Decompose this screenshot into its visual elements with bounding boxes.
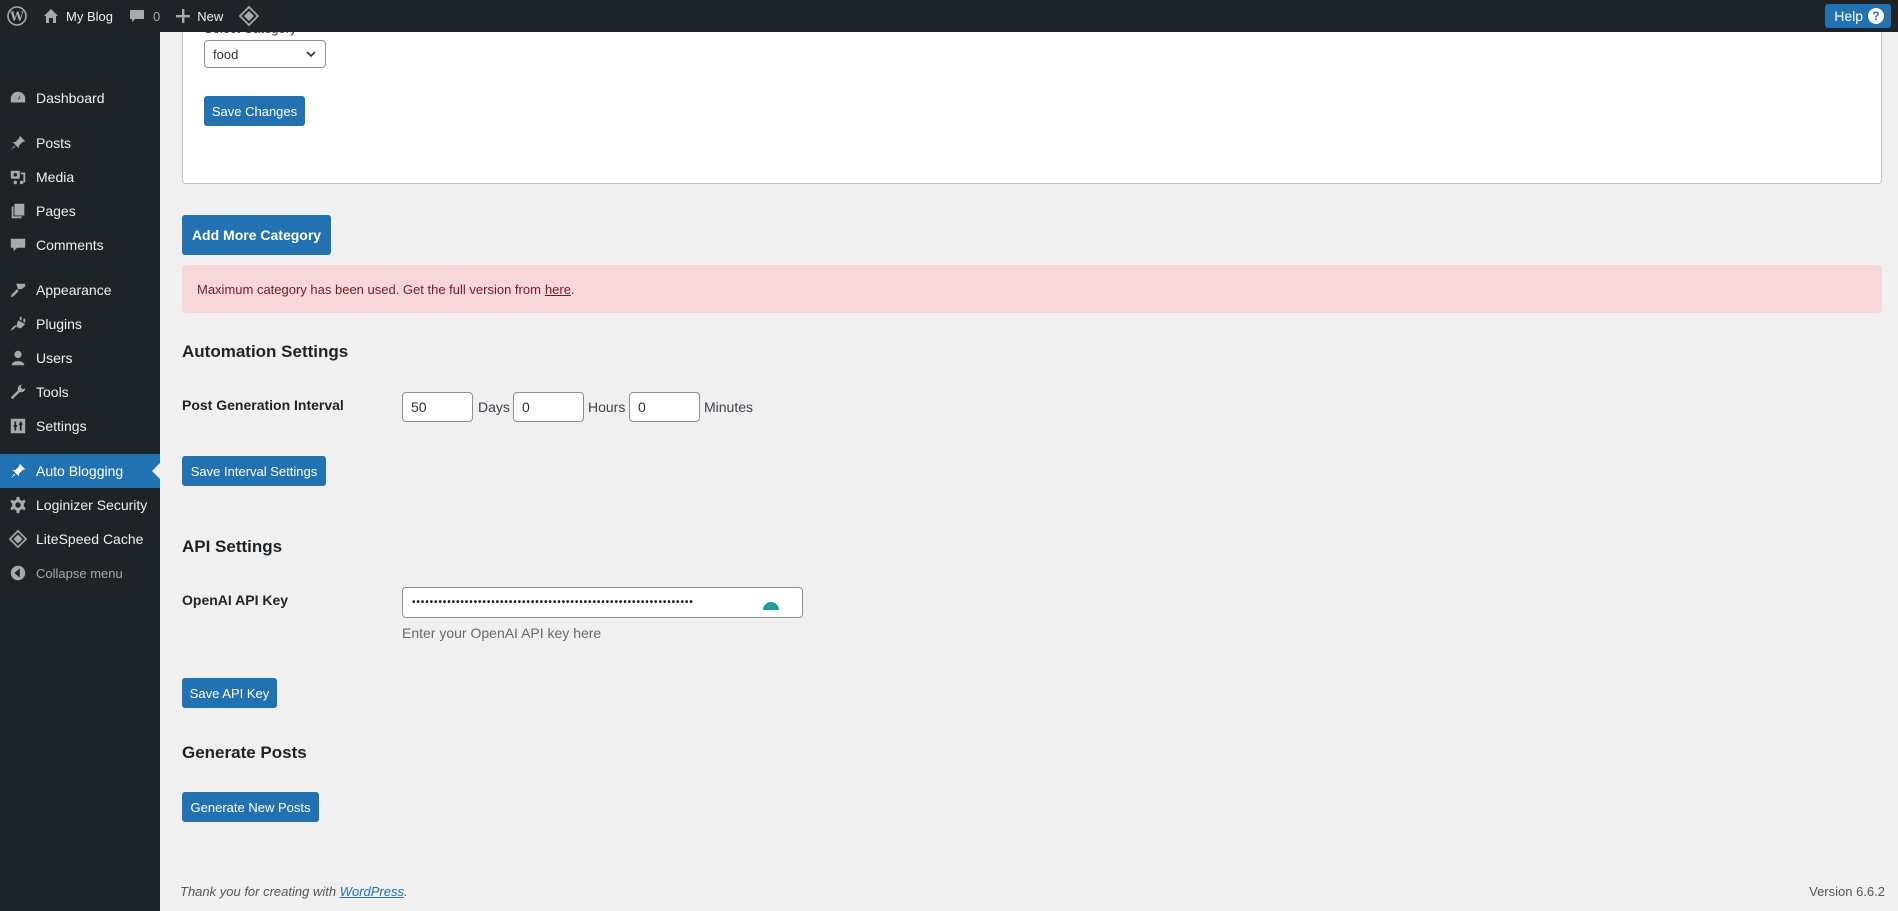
days-unit-label: Days (478, 399, 510, 415)
comment-icon (0, 236, 36, 254)
footer-version: Version 6.6.2 (1809, 884, 1885, 899)
days-input[interactable]: 50 (402, 392, 473, 422)
comments-count: 0 (152, 8, 161, 24)
hours-input[interactable]: 0 (513, 392, 584, 422)
comments-menu[interactable]: 0 (121, 0, 168, 32)
wrench-icon (0, 383, 36, 401)
wordpress-link[interactable]: WordPress (340, 884, 404, 899)
admin-bar: W My Blog 0 New Help ? (0, 0, 1898, 32)
save-interval-settings-button[interactable]: Save Interval Settings (182, 456, 326, 486)
pin-icon (0, 134, 36, 152)
sidebar-item-label: Dashboard (36, 90, 105, 106)
footer-suffix: . (404, 884, 408, 899)
sidebar-item-label: Media (36, 169, 75, 185)
wordpress-logo-menu[interactable]: W (0, 0, 35, 32)
svg-text:W: W (9, 10, 24, 24)
sidebar-item-label: Plugins (36, 316, 82, 332)
sidebar-item-label: Collapse menu (36, 565, 123, 581)
password-manager-icon[interactable] (762, 596, 780, 610)
api-settings-heading: API Settings (182, 537, 283, 556)
user-icon (0, 349, 36, 367)
litespeed-icon (239, 6, 260, 26)
plus-icon (176, 9, 191, 23)
category-select-value: food (213, 46, 239, 62)
error-notice: Maximum category has been used. Get the … (182, 265, 1882, 313)
menu-separator (0, 262, 160, 273)
help-icon: ? (1868, 8, 1884, 24)
save-api-key-button[interactable]: Save API Key (182, 678, 277, 708)
settings-icon (0, 417, 36, 435)
category-select[interactable]: food (204, 40, 326, 68)
sidebar-item-posts[interactable]: Posts (0, 126, 160, 160)
sidebar-item-plugins[interactable]: Plugins (0, 307, 160, 341)
collapse-icon (0, 564, 36, 582)
minutes-input[interactable]: 0 (629, 392, 700, 422)
sidebar-item-label: Comments (36, 237, 104, 253)
openai-api-key-input[interactable]: ••••••••••••••••••••••••••••••••••••••••… (402, 587, 803, 618)
post-generation-interval-label: Post Generation Interval (182, 397, 344, 413)
sidebar-item-label: Users (36, 350, 73, 366)
site-name: My Blog (66, 8, 113, 24)
add-more-category-button[interactable]: Add More Category (182, 215, 331, 255)
admin-sidebar: Dashboard Posts Media Pages Comments App… (0, 32, 160, 911)
footer-thanks-text: Thank you for creating with (180, 884, 337, 899)
sidebar-item-tools[interactable]: Tools (0, 375, 160, 409)
sidebar-item-comments[interactable]: Comments (0, 228, 160, 262)
sidebar-item-media[interactable]: Media (0, 160, 160, 194)
litespeed-icon (0, 530, 36, 548)
wordpress-logo-icon: W (7, 6, 27, 26)
sidebar-item-settings[interactable]: Settings (0, 409, 160, 443)
sidebar-item-label: Posts (36, 135, 72, 151)
generate-new-posts-button[interactable]: Generate New Posts (182, 792, 319, 822)
automation-settings-heading: Automation Settings (182, 342, 349, 361)
sidebar-item-label: Tools (36, 384, 69, 400)
sidebar-item-pages[interactable]: Pages (0, 194, 160, 228)
main-content: Select Category food Save Changes Add Mo… (160, 22, 1898, 911)
home-icon (44, 9, 58, 23)
media-icon (0, 168, 36, 186)
hours-unit-label: Hours (588, 399, 626, 415)
sidebar-item-label: Settings (36, 418, 87, 434)
collapse-menu-button[interactable]: Collapse menu (0, 556, 160, 590)
sidebar-item-dashboard[interactable]: Dashboard (0, 81, 160, 115)
menu-separator (0, 115, 160, 126)
minutes-unit-label: Minutes (704, 399, 754, 415)
generate-posts-heading: Generate Posts (182, 743, 307, 762)
sidebar-item-label: Auto Blogging (36, 463, 124, 479)
notice-text: Maximum category has been used. Get the … (197, 281, 541, 297)
sidebar-item-auto-blogging[interactable]: Auto Blogging (0, 454, 160, 488)
sidebar-item-label: Loginizer Security (36, 497, 148, 513)
help-label: Help (1834, 8, 1863, 24)
litespeed-menu[interactable] (231, 0, 267, 32)
sidebar-item-users[interactable]: Users (0, 341, 160, 375)
api-key-masked-value: ••••••••••••••••••••••••••••••••••••••••… (412, 597, 694, 608)
save-changes-button[interactable]: Save Changes (204, 96, 305, 126)
plugin-icon (0, 315, 36, 333)
notice-suffix: . (570, 281, 575, 297)
pages-icon (0, 202, 36, 220)
new-label: New (197, 8, 224, 24)
help-button[interactable]: Help ? (1825, 4, 1891, 28)
site-name-menu[interactable]: My Blog (35, 0, 121, 32)
sidebar-item-loginizer-security[interactable]: Loginizer Security (0, 488, 160, 522)
sidebar-item-litespeed-cache[interactable]: LiteSpeed Cache (0, 522, 160, 556)
chevron-down-icon (306, 51, 316, 58)
sidebar-item-label: LiteSpeed Cache (36, 531, 144, 547)
new-content-menu[interactable]: New (168, 0, 231, 32)
sidebar-item-appearance[interactable]: Appearance (0, 273, 160, 307)
full-version-link[interactable]: here (545, 282, 571, 297)
sidebar-item-label: Appearance (36, 282, 112, 298)
sidebar-item-label: Pages (36, 203, 76, 219)
dashboard-icon (0, 89, 36, 107)
pin-icon (0, 462, 36, 480)
openai-api-key-label: OpenAI API Key (182, 592, 289, 608)
api-key-description: Enter your OpenAI API key here (402, 625, 602, 641)
comment-icon (129, 10, 144, 22)
paintbrush-icon (0, 281, 36, 299)
menu-separator (0, 443, 160, 454)
gear-icon (0, 496, 36, 514)
category-card: Select Category food Save Changes (182, 22, 1882, 184)
footer-thanks: Thank you for creating with WordPress. (180, 884, 408, 899)
